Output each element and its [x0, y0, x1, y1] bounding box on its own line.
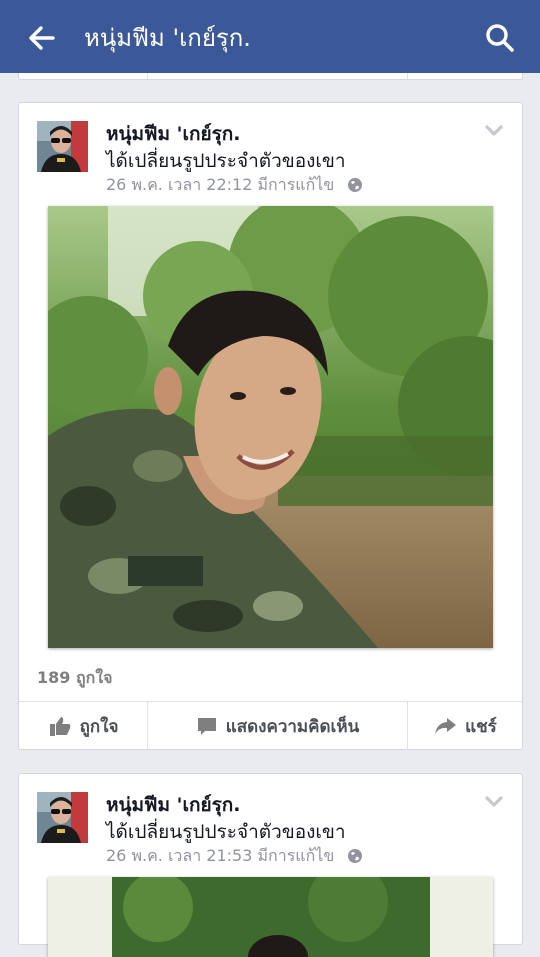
post-action-text: ได้เปลี่ยนรูปประจำตัวของเขา [106, 821, 346, 843]
avatar-image [37, 792, 88, 843]
post-options-button[interactable] [483, 790, 505, 812]
post-action-bar: ถูกใจ แสดงความคิดเห็น แชร์ [19, 701, 522, 750]
photo-image [48, 206, 493, 648]
top-bar: หนุ่มฟีม 'เกย์รุก. [0, 0, 540, 73]
like-button[interactable]: ถูกใจ [19, 702, 147, 750]
chevron-down-icon [485, 125, 503, 136]
post-action-text: ได้เปลี่ยนรูปประจำตัวของเขา [106, 150, 346, 172]
post-meta: 26 พ.ค. เวลา 22:12 มีการแก้ไข [106, 173, 363, 198]
post-timestamp[interactable]: 26 พ.ค. เวลา 22:12 มีการแก้ไข [106, 175, 334, 194]
avatar[interactable] [37, 792, 88, 843]
globe-icon [348, 849, 363, 863]
profile-photo[interactable] [48, 877, 493, 957]
feed-post: หนุ่มฟีม 'เกย์รุก. ได้เปลี่ยนรูปประจำตัว… [18, 102, 523, 750]
like-label: ถูกใจ [79, 716, 119, 737]
back-button[interactable] [22, 18, 62, 58]
share-label: แชร์ [465, 716, 497, 737]
comment-button[interactable]: แสดงความคิดเห็น [148, 702, 407, 750]
chevron-down-icon [485, 796, 503, 807]
comment-icon [197, 718, 216, 735]
photo-image [48, 877, 493, 957]
comment-label: แสดงความคิดเห็น [225, 716, 360, 737]
share-button[interactable]: แชร์ [408, 702, 522, 750]
arrow-left-icon [29, 26, 55, 50]
share-arrow-icon [435, 718, 457, 734]
post-meta: 26 พ.ค. เวลา 21:53 มีการแก้ไข [106, 844, 363, 869]
search-button[interactable] [480, 18, 520, 58]
post-options-button[interactable] [483, 119, 505, 141]
globe-icon [348, 178, 363, 192]
post-author[interactable]: หนุ่มฟีม 'เกย์รุก. [106, 119, 241, 149]
avatar[interactable] [37, 121, 88, 172]
page-title: หนุ่มฟีม 'เกย์รุก. [84, 24, 251, 52]
profile-photo[interactable] [48, 206, 493, 648]
search-icon [486, 24, 514, 52]
avatar-image [37, 121, 88, 172]
post-timestamp[interactable]: 26 พ.ค. เวลา 21:53 มีการแก้ไข [106, 846, 334, 865]
feed-post: หนุ่มฟีม 'เกย์รุก. ได้เปลี่ยนรูปประจำตัว… [18, 773, 523, 957]
like-count[interactable]: 189 ถูกใจ [37, 666, 113, 691]
thumbs-up-icon [49, 717, 70, 736]
post-author[interactable]: หนุ่มฟีม 'เกย์รุก. [106, 790, 241, 820]
